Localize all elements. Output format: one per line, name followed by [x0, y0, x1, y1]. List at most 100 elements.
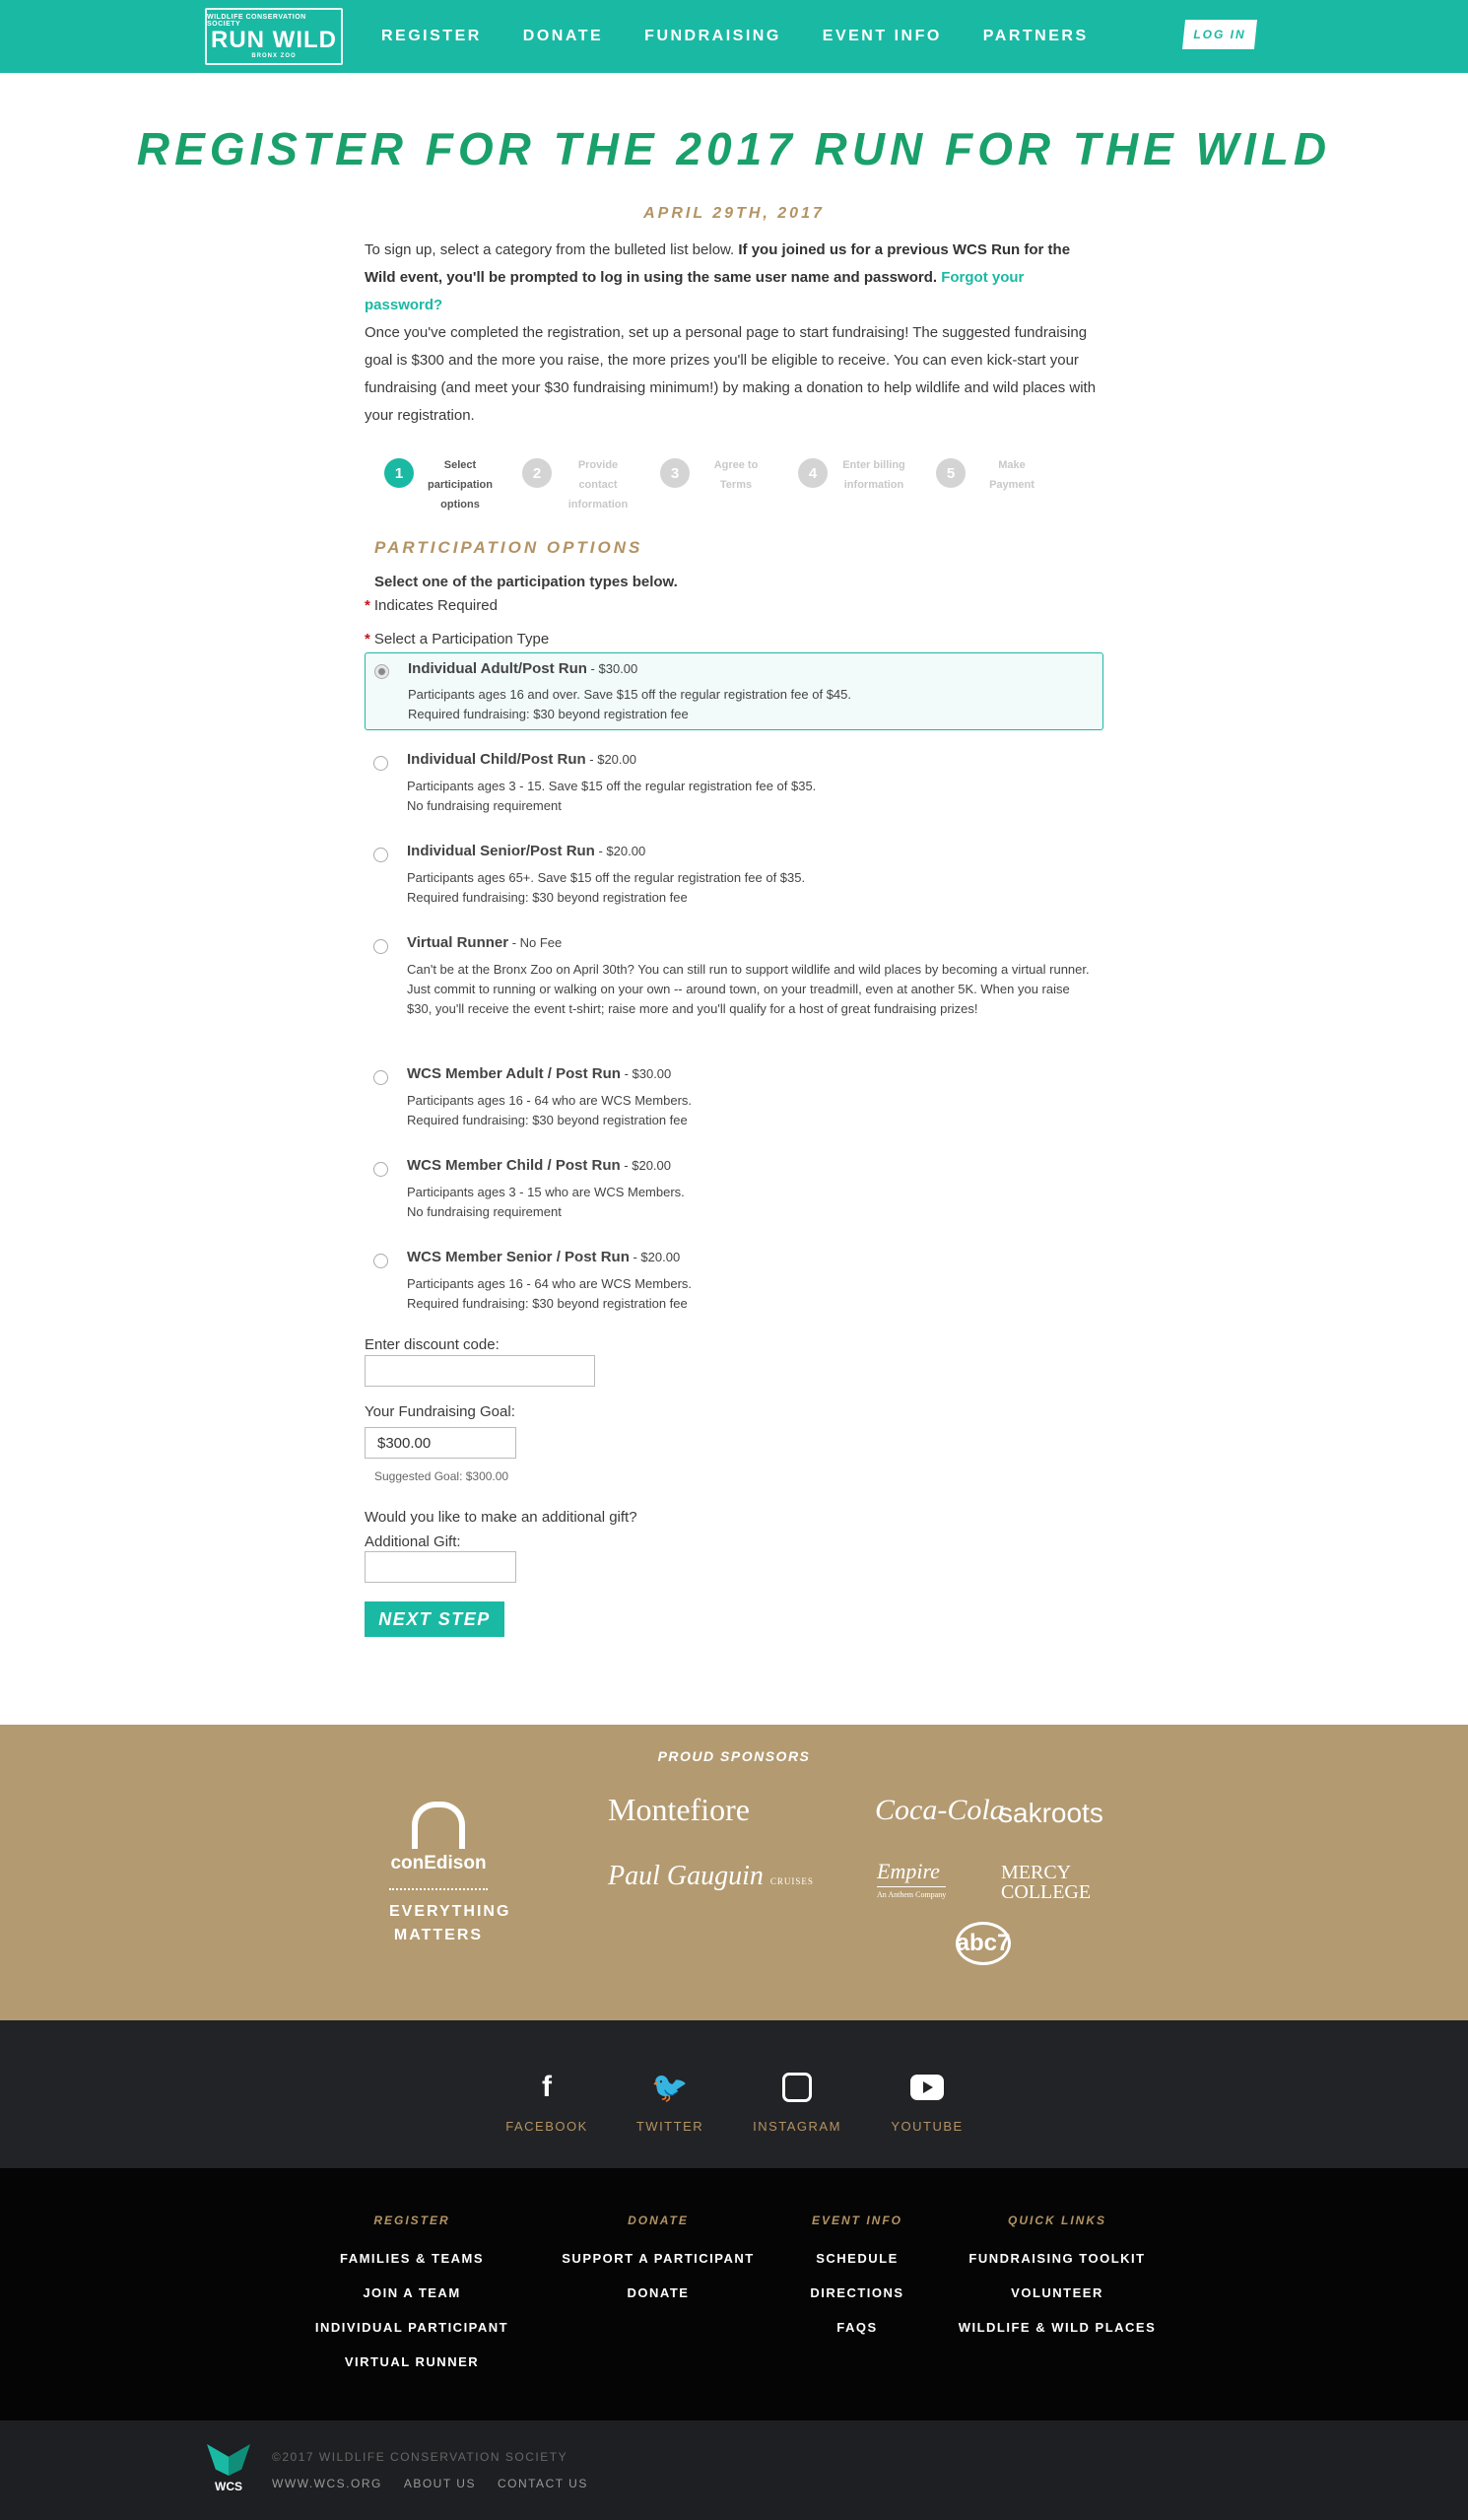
option-price: - $30.00	[620, 1066, 672, 1081]
facebook-link[interactable]: f FACEBOOK	[498, 2068, 596, 2134]
option-description: Participants ages 16 - 64 who are WCS Me…	[407, 1093, 693, 1127]
facebook-label: FACEBOOK	[505, 2119, 588, 2134]
wcs-leaf-icon	[207, 2444, 250, 2476]
nav-donate[interactable]: DONATE	[523, 28, 603, 45]
youtube-icon	[878, 2068, 976, 2107]
instagram-link[interactable]: INSTAGRAM	[748, 2068, 846, 2134]
option-individual-child[interactable]: Individual Child/Post Run - $20.00 Parti…	[365, 751, 1103, 820]
footer-link[interactable]: FAMILIES & TEAMS	[313, 2241, 510, 2276]
option-member-adult[interactable]: WCS Member Adult / Post Run - $30.00 Par…	[365, 1065, 1103, 1134]
divider	[389, 1888, 488, 1890]
login-button[interactable]: LOG IN	[1182, 20, 1257, 49]
nav-partners[interactable]: PARTNERS	[983, 28, 1089, 45]
footer-link[interactable]: JOIN A TEAM	[313, 2276, 510, 2310]
montefiore-logo[interactable]: Montefiore	[608, 1792, 750, 1828]
footer-link[interactable]: WILDLIFE & WILD PLACES	[949, 2310, 1166, 2345]
radio-button[interactable]	[373, 756, 388, 771]
option-virtual-runner[interactable]: Virtual Runner - No Fee Can't be at the …	[365, 934, 1103, 1043]
intro-paragraph: To sign up, select a category from the b…	[365, 237, 1103, 319]
footer-link[interactable]: SCHEDULE	[788, 2241, 926, 2276]
required-star: *	[365, 597, 370, 614]
radio-button[interactable]	[373, 1162, 388, 1177]
footer-link[interactable]: DIRECTIONS	[788, 2276, 926, 2310]
nav-event-info[interactable]: EVENT INFO	[823, 28, 942, 45]
radio-button[interactable]	[373, 1070, 388, 1085]
footer-heading[interactable]: REGISTER	[313, 2214, 510, 2227]
paul-gauguin-logo[interactable]: Paul Gauguin CRUISES	[608, 1861, 814, 1892]
nav-register[interactable]: REGISTER	[381, 28, 482, 45]
step-number: 1	[384, 458, 414, 488]
step-number: 5	[936, 458, 966, 488]
contact-us-link[interactable]: CONTACT US	[498, 2477, 588, 2490]
radio-button[interactable]	[373, 939, 388, 954]
youtube-link[interactable]: YOUTUBE	[878, 2068, 976, 2134]
footer-link[interactable]: FUNDRAISING TOOLKIT	[949, 2241, 1166, 2276]
footer-link[interactable]: VOLUNTEER	[949, 2276, 1166, 2310]
radio-button[interactable]	[373, 848, 388, 862]
option-description: Participants ages 65+. Save $15 off the …	[407, 870, 806, 905]
radio-button[interactable]	[373, 1254, 388, 1268]
bottom-bar: WCS ©2017 WILDLIFE CONSERVATION SOCIETY …	[0, 2420, 1468, 2520]
intro-text: To sign up, select a category from the b…	[365, 241, 739, 258]
additional-gift-input[interactable]	[365, 1551, 516, 1583]
mercy-college-logo[interactable]: MERCY COLLEGE	[1001, 1863, 1091, 1902]
option-individual-senior[interactable]: Individual Senior/Post Run - $20.00 Part…	[365, 843, 1103, 912]
twitter-link[interactable]: 🐦 TWITTER	[621, 2068, 719, 2135]
option-description: Participants ages 3 - 15. Save $15 off t…	[407, 779, 817, 813]
fundraising-paragraph: Once you've completed the registration, …	[365, 324, 1097, 424]
footer-link[interactable]: INDIVIDUAL PARTICIPANT	[313, 2310, 510, 2345]
paul-gauguin-sub: CRUISES	[769, 1876, 814, 1886]
coca-cola-logo[interactable]: Coca-Cola	[875, 1794, 1005, 1827]
footer-col-donate: DONATE SUPPORT A PARTICIPANT DONATE	[560, 2214, 757, 2310]
next-step-button[interactable]: NEXT STEP	[365, 1601, 504, 1637]
nav-fundraising[interactable]: FUNDRAISING	[644, 28, 781, 45]
option-price: - $20.00	[594, 844, 646, 858]
step-label: Provide contact information	[567, 459, 629, 511]
option-member-senior[interactable]: WCS Member Senior / Post Run - $20.00 Pa…	[365, 1249, 1103, 1318]
step-number: 4	[798, 458, 828, 488]
option-member-child[interactable]: WCS Member Child / Post Run - $20.00 Par…	[365, 1157, 1103, 1226]
abc7-logo[interactable]: abc7	[956, 1922, 1011, 1965]
sakroots-logo[interactable]: sakroots	[999, 1798, 1103, 1829]
wcs-site-link[interactable]: WWW.WCS.ORG	[272, 2477, 382, 2490]
footer-link[interactable]: DONATE	[560, 2276, 757, 2310]
empire-name: Empire	[877, 1859, 940, 1883]
radio-button[interactable]	[374, 664, 389, 679]
option-title: WCS Member Adult / Post Run - $30.00	[407, 1065, 672, 1082]
run-for-the-wild-logo[interactable]: WILDLIFE CONSERVATION SOCIETY RUN WILD B…	[205, 8, 343, 65]
footer-link[interactable]: SUPPORT A PARTICIPANT	[560, 2241, 757, 2276]
wcs-logo[interactable]: WCS	[205, 2444, 252, 2493]
footer-heading[interactable]: QUICK LINKS	[949, 2214, 1166, 2227]
option-price: - No Fee	[508, 935, 563, 950]
instagram-label: INSTAGRAM	[753, 2119, 841, 2134]
empire-logo[interactable]: Empire An Anthem Company	[877, 1859, 947, 1899]
logo-title-text: RUN WILD	[211, 27, 337, 53]
option-title: Virtual Runner - No Fee	[407, 934, 563, 951]
option-individual-adult[interactable]: Individual Adult/Post Run - $30.00 Parti…	[365, 652, 1103, 730]
conedison-logo[interactable]: conEdison EVERYTHING MATTERS	[389, 1802, 508, 1947]
footer-col-register: REGISTER FAMILIES & TEAMS JOIN A TEAM IN…	[313, 2214, 510, 2379]
facebook-icon: f	[542, 2071, 552, 2103]
footer-link[interactable]: FAQS	[788, 2310, 926, 2345]
option-price: - $30.00	[586, 661, 638, 676]
footer-heading[interactable]: DONATE	[560, 2214, 757, 2227]
youtube-label: YOUTUBE	[891, 2119, 964, 2134]
option-title: Individual Senior/Post Run - $20.00	[407, 843, 646, 859]
footer-heading[interactable]: EVENT INFO	[788, 2214, 926, 2227]
top-navigation-bar: WILDLIFE CONSERVATION SOCIETY RUN WILD B…	[0, 0, 1468, 73]
twitter-label: TWITTER	[635, 2119, 704, 2134]
fundraising-goal-input[interactable]	[365, 1427, 516, 1459]
discount-code-input[interactable]	[365, 1355, 595, 1387]
required-note-text: Indicates Required	[373, 597, 498, 614]
logo-org-text: WILDLIFE CONSERVATION SOCIETY	[207, 14, 306, 28]
required-star: *	[365, 631, 370, 647]
option-description: Can't be at the Bronx Zoo on April 30th?…	[407, 962, 1090, 1016]
about-us-link[interactable]: ABOUT US	[404, 2477, 476, 2490]
event-date: APRIL 29TH, 2017	[643, 205, 825, 222]
option-price: - $20.00	[629, 1250, 681, 1264]
footer-link[interactable]: VIRTUAL RUNNER	[313, 2345, 510, 2379]
mercy-line-2: COLLEGE	[1001, 1881, 1092, 1903]
mercy-line-1: MERCY	[1001, 1862, 1072, 1883]
option-title: Individual Adult/Post Run - $30.00	[408, 660, 638, 677]
copyright: ©2017 WILDLIFE CONSERVATION SOCIETY	[272, 2450, 568, 2464]
